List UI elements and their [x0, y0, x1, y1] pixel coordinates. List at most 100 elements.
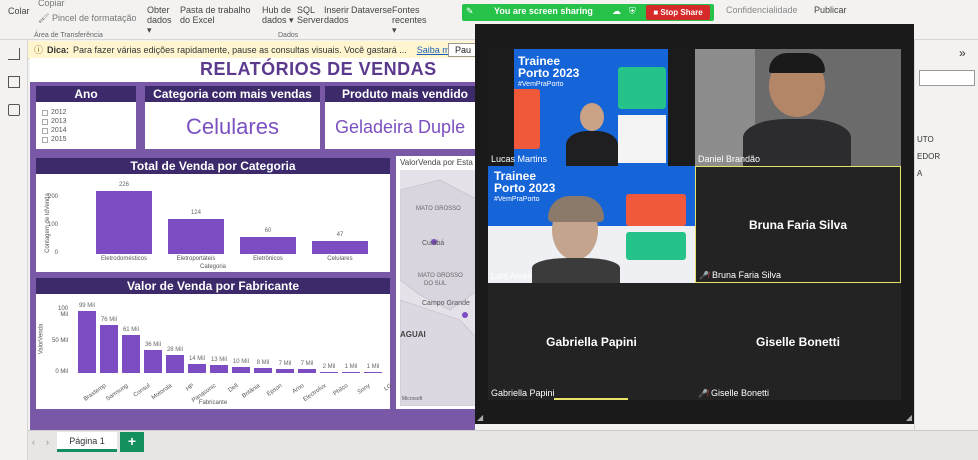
map-visual[interactable]: ValorVenda por Esta MATO GROSSO Cuiabá M… — [396, 156, 479, 409]
microsoft-logo: Microsoft — [402, 396, 423, 402]
page-tab-bar: ‹ › — [28, 430, 978, 460]
data-label: 47 — [336, 231, 344, 238]
model-view-icon[interactable] — [8, 104, 20, 116]
bar — [320, 371, 338, 373]
year-option[interactable]: 2013 — [42, 117, 67, 126]
stop-share-button[interactable]: ■ Stop Share — [646, 5, 710, 20]
year-option[interactable]: 2015 — [42, 135, 67, 144]
bar — [364, 372, 382, 373]
top-product-header: Produto mais vendido — [325, 86, 475, 102]
x-axis-label: Categoria — [199, 264, 226, 270]
participant-name-row: 🎤̸ Bruna Faria Silva — [699, 270, 781, 280]
y-axis-label: ValorVenda — [38, 323, 45, 355]
excel-workbook-button[interactable]: Pasta de trabalho do Excel — [180, 5, 258, 25]
paste-button[interactable]: Colar — [8, 6, 30, 16]
add-page-button[interactable]: + — [120, 432, 144, 452]
bar — [144, 350, 162, 373]
bar — [122, 334, 140, 373]
publish-button[interactable]: Publicar — [814, 5, 847, 15]
map-area[interactable]: MATO GROSSO Cuiabá MATO GROSSO DO SUL Ca… — [399, 170, 479, 407]
zoom-gallery-window: Trainee Porto 2023 #VemPraPorto Lucas Mar… — [475, 24, 914, 424]
table-view-icon[interactable] — [8, 76, 20, 88]
panel-text: EDOR — [917, 152, 941, 161]
copy-button[interactable]: Copiar — [38, 0, 65, 8]
chart1-plot: 0 100 200 Contagem de IdVenda 226 Eletrodomés… — [36, 158, 390, 272]
resize-handle-icon[interactable]: ◢ — [906, 413, 912, 422]
y-tick-label: 50 Mil — [51, 337, 68, 344]
top-category-card: Categoria com mais vendas Celulares — [145, 86, 320, 149]
speaking-indicator — [554, 398, 628, 400]
bar — [342, 372, 360, 373]
participant-tile-bruna[interactable]: Bruna Faria Silva 🎤̸ Bruna Faria Silva — [695, 166, 901, 283]
dataverse-button[interactable]: Dataverse — [351, 5, 392, 15]
sensitivity-button[interactable]: Confidencialidade — [726, 5, 798, 15]
data-label: 124 — [190, 210, 201, 217]
insert-data-button[interactable]: Inserir dados — [324, 5, 350, 25]
next-page-icon[interactable]: › — [46, 437, 49, 447]
sales-by-manufacturer-chart[interactable]: Valor de Venda por Fabricante 0 Mil 50 Mi… — [36, 278, 394, 409]
sales-by-category-chart[interactable]: Total de Venda por Categoria 0 100 200 Cont… — [36, 158, 390, 272]
participant-tile-giselle[interactable]: Giselle Bonetti 🎤̸ Giselle Bonetti — [695, 283, 901, 400]
prev-page-icon[interactable]: ‹ — [32, 437, 35, 447]
x-axis-label: Fabricante — [198, 400, 228, 406]
top-product-value: Geladeira Duple — [335, 117, 466, 137]
data-label: 226 — [118, 181, 129, 188]
bar — [100, 325, 118, 373]
report-title: RELATÓRIOS DE VENDAS — [200, 59, 437, 79]
bar — [239, 237, 297, 254]
bar — [311, 240, 369, 254]
year-option[interactable]: 2014 — [42, 126, 67, 135]
map-label: AGUAI — [400, 330, 426, 339]
participant-name: Gabriella Papini — [491, 388, 555, 398]
year-slicer[interactable]: Ano 2012 2013 2014 2015 — [36, 86, 136, 149]
participant-tile-gabriella[interactable]: Gabriella Papini Gabriella Papini — [488, 283, 695, 400]
slide-tag: #VemPraPorto — [494, 196, 540, 203]
map-title: ValorVenda por Esta — [400, 158, 473, 167]
data-label: 76 Mil — [100, 317, 117, 324]
participant-tile-lais[interactable]: Trainee Porto 2023 #VemPraPorto Laís Alve… — [488, 166, 695, 283]
tab-page-1[interactable]: Página 1 — [57, 432, 117, 452]
bar — [188, 364, 206, 373]
participant-name: Lucas Martins — [491, 154, 548, 164]
video-feed: Trainee Porto 2023 #VemPraPorto — [514, 49, 668, 166]
participant-tile-daniel[interactable]: Daniel Brandão — [695, 49, 901, 166]
participant-name: Laís Alves — [491, 271, 533, 281]
person-figure — [580, 103, 604, 131]
bar — [254, 367, 272, 373]
slide-title: Trainee Porto 2023 — [494, 169, 556, 195]
participant-name-row: 🎤̸ Giselle Bonetti — [698, 388, 769, 398]
bar — [166, 355, 184, 373]
map-bubble — [462, 312, 468, 318]
bar — [276, 368, 294, 373]
report-view-icon[interactable] — [8, 48, 20, 60]
pause-visuals-button[interactable]: Pau — [448, 43, 478, 57]
get-data-button[interactable]: Obter dados ▾ — [147, 5, 175, 35]
tip-infobar: ⓘ Dica: Para fazer várias edições rapida… — [28, 41, 478, 59]
resize-handle-icon[interactable]: ◢ — [477, 413, 483, 422]
map-label: MATO GROSSO — [418, 273, 463, 279]
bar — [210, 364, 228, 373]
year-option[interactable]: 2012 — [42, 108, 67, 117]
x-tick-label: Celulares — [327, 256, 353, 262]
map-label: Cuiabá — [422, 240, 445, 247]
brush-icon: 🖌 — [38, 13, 50, 23]
collapse-panel-icon[interactable]: » — [959, 46, 966, 60]
group-clipboard-label: Área de Transferência — [34, 32, 103, 39]
recent-sources-button[interactable]: Fontes recentes ▾ — [392, 5, 428, 35]
bar — [95, 190, 153, 254]
top-category-value: Celulares — [186, 114, 279, 139]
sql-server-button[interactable]: SQL Server — [297, 5, 324, 25]
data-hub-button[interactable]: Hub de dados ▾ — [262, 5, 294, 25]
participant-tile-lucas[interactable]: Trainee Porto 2023 #VemPraPorto Lucas Mar… — [488, 49, 695, 166]
group-data-label: Dados — [278, 32, 299, 39]
info-icon: ⓘ — [34, 45, 44, 55]
panel-search-field[interactable] — [919, 70, 975, 86]
view-switcher-bar — [0, 40, 28, 460]
format-painter-button[interactable]: 🖌 Pincel de formatação — [38, 13, 137, 23]
year-list: 2012 2013 2014 2015 — [42, 108, 67, 144]
bar — [298, 368, 316, 373]
pin-icon[interactable]: ✎ — [466, 6, 474, 17]
tip-prefix: Dica: — [47, 44, 70, 55]
top-product-card: Produto mais vendido Geladeira Duple — [325, 86, 475, 149]
screen-sharing-text: You are screen sharing — [494, 6, 593, 16]
